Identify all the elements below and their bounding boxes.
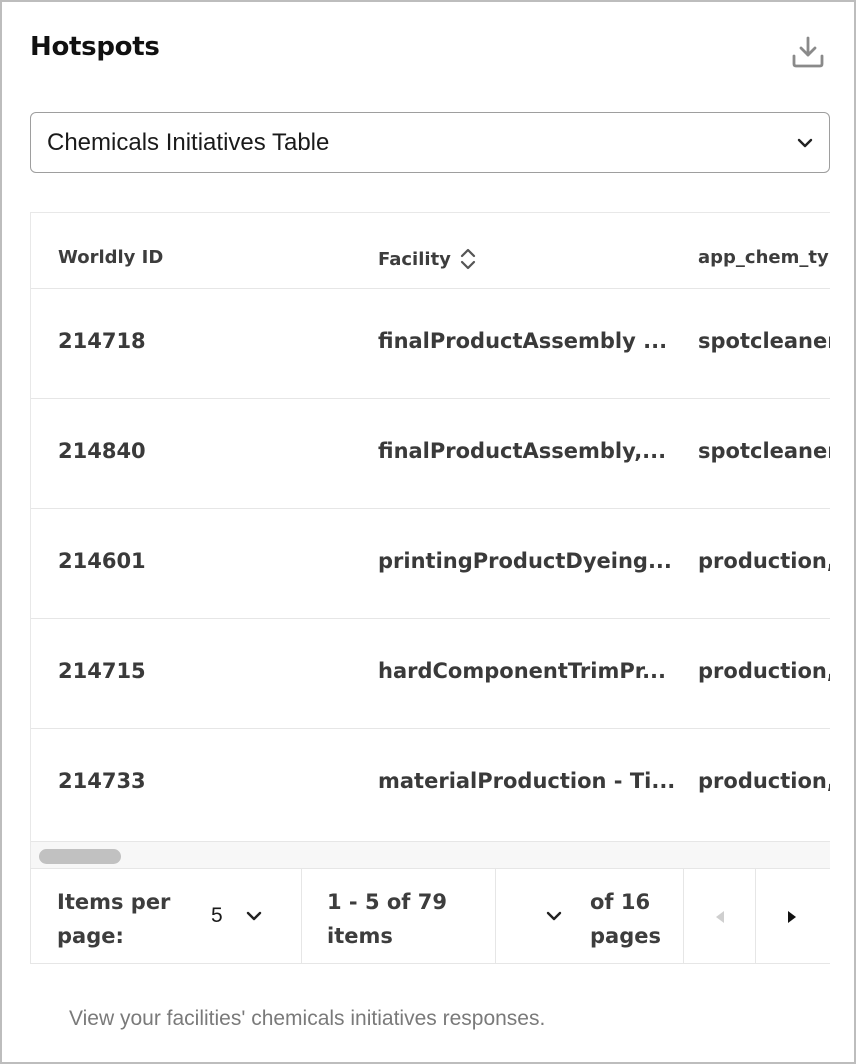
divider (755, 869, 756, 964)
cell-worldly-id: 214715 (58, 659, 146, 683)
cell-worldly-id: 214840 (58, 439, 146, 463)
cell-facility: printingProductDyeing... (378, 549, 672, 573)
cell-chem-type: production,c (698, 659, 830, 683)
column-header-facility-label: Facility (378, 248, 451, 270)
horizontal-scrollbar[interactable] (31, 841, 830, 868)
caret-right-icon (788, 910, 796, 923)
table-row[interactable]: 214718 finalProductAssembly ... spotclea… (31, 289, 830, 399)
cell-facility: finalProductAssembly ... (378, 329, 668, 353)
items-per-page-select[interactable]: 5 (207, 899, 277, 933)
download-icon (792, 36, 824, 68)
chevron-down-icon (546, 911, 562, 921)
caret-left-icon (716, 910, 724, 923)
cell-facility: finalProductAssembly,... (378, 439, 667, 463)
next-page-button[interactable] (757, 869, 827, 964)
cell-chem-type: spotcleaner (698, 439, 830, 463)
table-header: Worldly ID Facility app_chem_typ (31, 213, 830, 289)
table-row[interactable]: 214733 materialProduction - Ti... produc… (31, 729, 830, 841)
previous-page-button[interactable] (685, 869, 755, 964)
chevron-down-icon (246, 911, 262, 921)
divider (301, 869, 302, 964)
cell-chem-type: production,c (698, 549, 830, 573)
card-description: View your facilities' chemicals initiati… (69, 1007, 546, 1030)
divider (495, 869, 496, 964)
hotspots-card: Hotspots Chemicals Initiatives Table Wor… (0, 0, 856, 1064)
pagination-bar: Items per page: 5 1 - 5 of 79 items of 1… (30, 868, 830, 964)
column-header-worldly-id: Worldly ID (58, 247, 164, 268)
page-select[interactable] (537, 899, 577, 933)
divider (683, 869, 684, 964)
items-range-text: 1 - 5 of 79 items (327, 890, 447, 948)
cell-chem-type: spotcleaner, (698, 329, 830, 353)
column-header-facility[interactable]: Facility (378, 247, 477, 271)
cell-chem-type: production,c (698, 769, 830, 793)
card-title: Hotspots (30, 32, 160, 62)
download-button[interactable] (786, 32, 830, 72)
table-row[interactable]: 214840 finalProductAssembly,... spotclea… (31, 399, 830, 509)
cell-facility: hardComponentTrimPr... (378, 659, 667, 683)
cell-facility: materialProduction - Ti... (378, 769, 676, 793)
table-row[interactable]: 214601 printingProductDyeing... producti… (31, 509, 830, 619)
view-select-value: Chemicals Initiatives Table (47, 128, 330, 156)
initiatives-table: Worldly ID Facility app_chem_typ 214718 … (30, 212, 830, 868)
sort-icon[interactable] (459, 247, 477, 271)
cell-worldly-id: 214601 (58, 549, 146, 573)
scrollbar-thumb[interactable] (39, 849, 121, 864)
table-row[interactable]: 214715 hardComponentTrimPr... production… (31, 619, 830, 729)
cell-worldly-id: 214733 (58, 769, 146, 793)
chevron-down-icon (797, 138, 813, 148)
column-header-app-chem-type: app_chem_typ (698, 247, 830, 268)
items-per-page-value: 5 (211, 904, 223, 927)
view-select[interactable]: Chemicals Initiatives Table (30, 112, 830, 173)
items-per-page-label: Items per page: (57, 890, 171, 948)
cell-worldly-id: 214718 (58, 329, 146, 353)
